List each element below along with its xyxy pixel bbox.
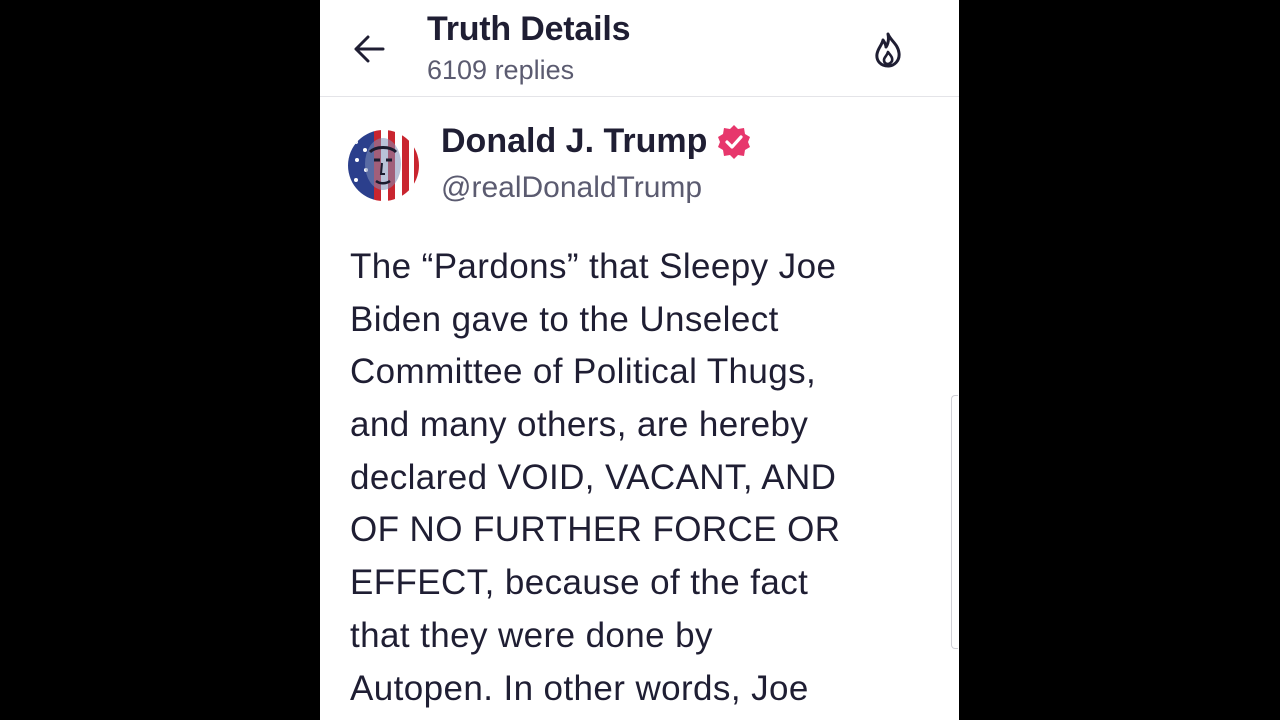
post-text-line: The “Pardons” that Sleepy Joe [350,247,837,286]
author-handle[interactable]: @realDonaldTrump [441,171,702,205]
author-name-link[interactable]: Donald J. Trump [441,122,753,161]
post-text-line: EFFECT, because of the fact [350,563,809,603]
post-text-line: Autopen. In other words, Joe [350,668,809,708]
page-title: Truth Details [427,10,631,48]
arrow-left-icon [354,35,385,63]
replies-count: 6109 replies [427,55,575,85]
post-text: The “Pardons” that Sleepy Joe Biden gave… [350,241,940,715]
post-text-line: OF NO FURTHER FORCE OR [350,510,841,550]
avatar[interactable] [348,130,419,201]
post-author: Donald J. Trump @realDonaldTrump [320,110,959,220]
back-button[interactable] [344,24,394,74]
scrollbar-handle[interactable] [951,395,958,649]
post-text-line: Biden gave to the Unselect [350,299,779,339]
post-text-line: and many others, are hereby [350,405,809,445]
fire-icon [875,32,901,68]
post-text-line: Committee of Political Thugs, [350,352,817,392]
truth-details-screen: Truth Details 6109 replies Donald J. Tru… [320,0,959,720]
avatar-image [348,130,419,201]
post-text-line: declared VOID, VACANT, AND [350,457,837,497]
video-frame: Truth Details 6109 replies Donald J. Tru… [0,0,1280,720]
verified-badge-icon [715,123,753,161]
author-name: Donald J. Trump [441,122,708,160]
post-text-line: that they were done by [350,615,713,655]
page-header: Truth Details 6109 replies [320,0,959,97]
trending-button[interactable] [864,26,912,74]
